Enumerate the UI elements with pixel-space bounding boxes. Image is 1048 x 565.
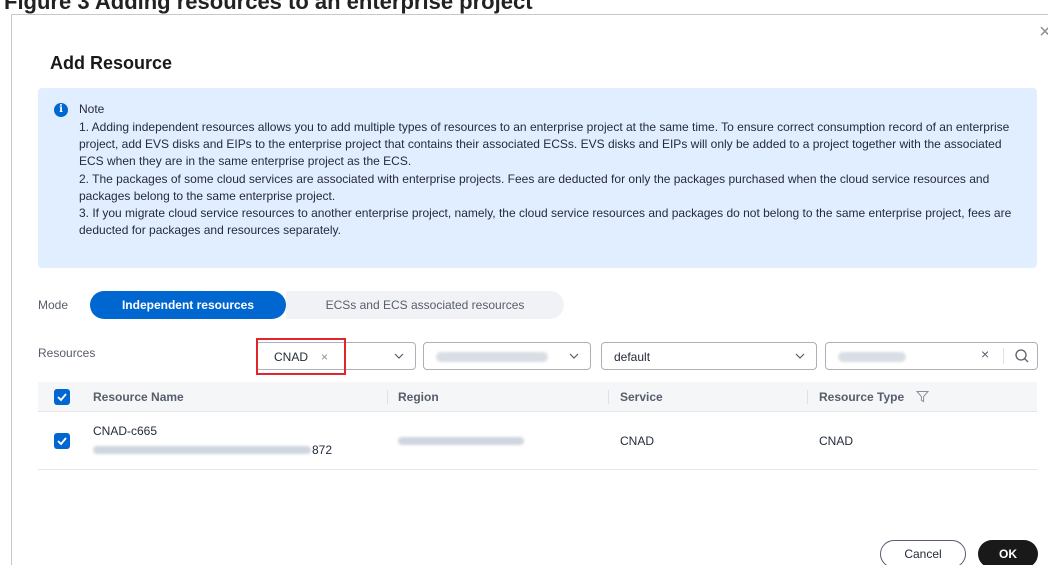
- chip-remove-icon[interactable]: ×: [321, 347, 328, 367]
- ok-button[interactable]: OK: [978, 540, 1038, 565]
- search-divider: [1003, 348, 1004, 364]
- enterprise-project-select[interactable]: default: [601, 342, 817, 370]
- resource-name: CNAD-c665: [93, 424, 158, 438]
- clear-search-icon[interactable]: ×: [981, 346, 989, 362]
- note-heading: Note: [79, 102, 105, 116]
- search-icon[interactable]: [1014, 348, 1030, 364]
- column-divider: [608, 390, 609, 404]
- resource-id-suffix: 872: [312, 443, 333, 457]
- table-row[interactable]: CNAD-c665 872 CNAD CNAD: [38, 413, 1037, 470]
- column-service: Service: [620, 390, 663, 404]
- column-divider: [387, 390, 388, 404]
- column-divider: [807, 390, 808, 404]
- region-value-redacted: [436, 352, 548, 362]
- figure-caption-text: Figure 3 Adding resources to an enterpri…: [4, 0, 533, 14]
- column-region: Region: [398, 390, 439, 404]
- resources-label: Resources: [38, 346, 96, 360]
- info-icon: i: [54, 103, 68, 117]
- note-line-2: 2. The packages of some cloud services a…: [79, 171, 990, 203]
- cancel-button[interactable]: Cancel: [880, 540, 966, 565]
- tab-independent-resources[interactable]: Independent resources: [90, 291, 286, 319]
- chevron-down-icon: [569, 353, 579, 359]
- column-resource-type: Resource Type: [819, 390, 905, 404]
- service-filter-chip[interactable]: CNAD ×: [268, 347, 338, 367]
- note-line-1: 1. Adding independent resources allows y…: [79, 120, 1010, 169]
- region-select[interactable]: [423, 342, 591, 370]
- search-value-redacted: [838, 352, 906, 362]
- resource-id-redacted: [93, 446, 311, 454]
- note-line-3: 3. If you migrate cloud service resource…: [79, 206, 1012, 238]
- project-select-value: default: [614, 350, 651, 364]
- row-resource-type: CNAD: [819, 434, 854, 448]
- mode-label: Mode: [38, 298, 69, 312]
- row-service: CNAD: [620, 434, 655, 448]
- note-body: 1. Adding independent resources allows y…: [79, 119, 1029, 239]
- tab-ecs-associated-resources[interactable]: ECSs and ECS associated resources: [286, 291, 564, 319]
- filter-icon[interactable]: [916, 390, 929, 403]
- table-header: Resource Name Region Service Resource Ty…: [38, 382, 1037, 412]
- row-checkbox[interactable]: [54, 433, 70, 449]
- checkbox-checked-icon: [57, 437, 67, 446]
- note-box: i Note 1. Adding independent resources a…: [38, 88, 1037, 268]
- chevron-down-icon: [394, 353, 404, 359]
- column-resource-name: Resource Name: [93, 390, 184, 404]
- close-icon[interactable]: ×: [1034, 21, 1048, 43]
- search-input[interactable]: [825, 342, 1038, 370]
- checkbox-checked-icon: [57, 393, 67, 402]
- dialog-title: Add Resource: [50, 53, 173, 73]
- region-redacted: [398, 437, 524, 445]
- select-all-checkbox[interactable]: [54, 389, 70, 405]
- chevron-down-icon: [795, 353, 805, 359]
- figure-caption: Figure 3 Adding resources to an enterpri…: [0, 0, 1048, 14]
- service-chip-label: CNAD: [274, 350, 309, 364]
